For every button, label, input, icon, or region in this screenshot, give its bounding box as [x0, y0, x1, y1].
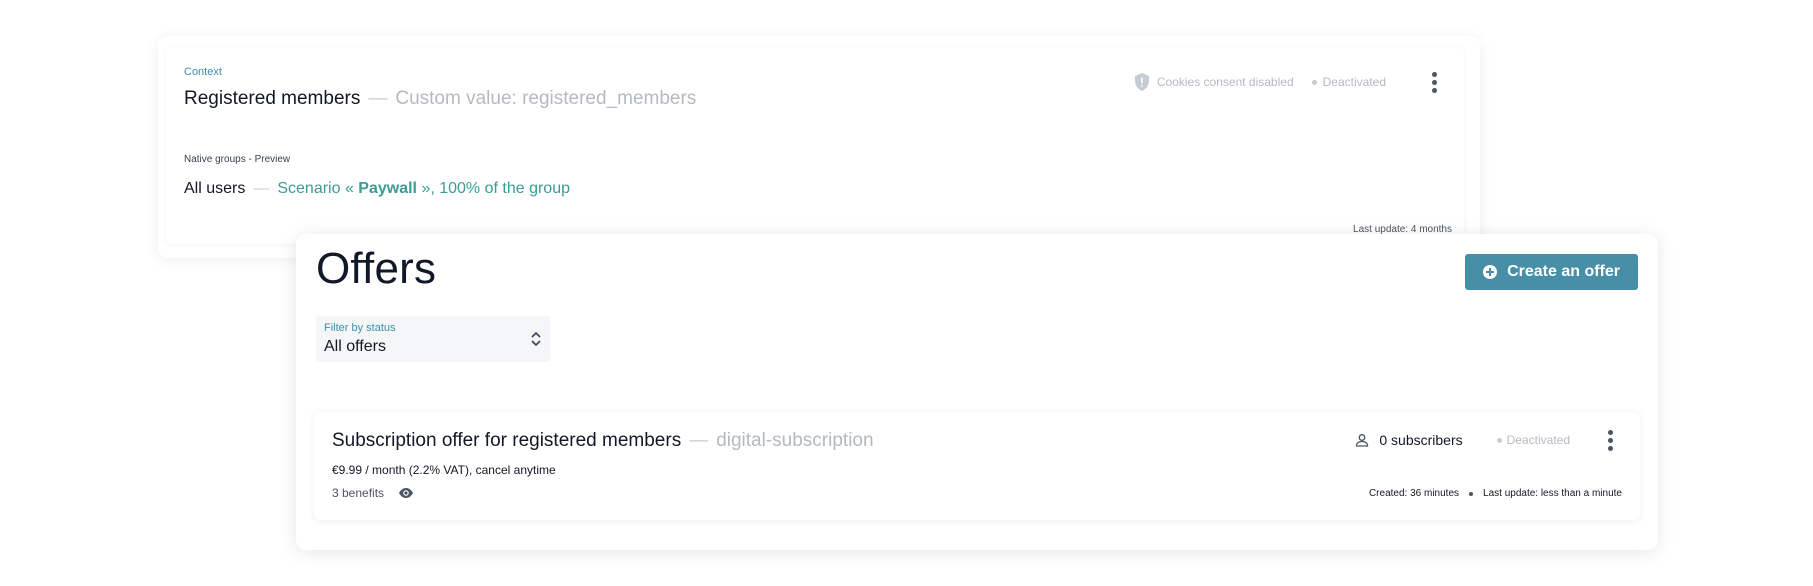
cookies-consent-text: Cookies consent disabled: [1156, 75, 1294, 89]
offer-created: Created: 36 minutes: [1368, 488, 1460, 499]
offer-benefits: 3 benefits: [332, 486, 414, 500]
context-title: Registered members: [184, 88, 361, 109]
subscribers-count: 0 subscribers: [1355, 432, 1463, 448]
offer-dates: Created: 36 minutes Last update: less th…: [1369, 488, 1622, 499]
status-dot: [1311, 79, 1317, 85]
offer-list-item[interactable]: Subscription offer for registered member…: [314, 412, 1640, 520]
context-more-button[interactable]: [1422, 70, 1446, 94]
context-title-line: Registered members — Custom value: registe…: [184, 88, 696, 110]
cookies-consent-status: Cookies consent disabled: [1133, 72, 1294, 92]
context-card: Context Registered members — Custom value:…: [158, 36, 1480, 258]
status-filter-select[interactable]: Filter by status All offers: [316, 316, 550, 362]
create-offer-label: Create an offer: [1507, 263, 1620, 280]
group-name: All users: [184, 180, 246, 197]
scenario-suffix: », 100% of the group: [417, 180, 570, 197]
chevron-up-down-icon: [530, 330, 542, 348]
stage: Context Registered members — Custom value:…: [0, 0, 1813, 586]
more-vertical-icon-dot: [1607, 437, 1613, 443]
context-status-badge: Deactivated: [1311, 75, 1386, 89]
offer-more-button[interactable]: [1598, 428, 1622, 452]
context-meta: Cookies consent disabled Deactivated: [1133, 70, 1446, 94]
shield-icon: [1133, 72, 1151, 92]
filter-value: All offers: [324, 338, 386, 355]
scenario-prefix: Scenario «: [277, 180, 359, 197]
native-groups-label: Native groups - Preview: [184, 154, 291, 165]
offer-price: €9.99 / month (2.2% VAT), cancel anytime: [332, 463, 556, 477]
context-label: Context: [184, 66, 222, 78]
benefits-count: 3 benefits: [332, 486, 385, 500]
more-vertical-icon: [1431, 71, 1437, 77]
subscribers-text: 0 subscribers: [1379, 432, 1463, 448]
more-vertical-icon-dot: [1431, 87, 1437, 93]
offer-status-badge: Deactivated: [1496, 433, 1570, 447]
offer-code: digital-subscription: [716, 430, 874, 451]
offers-card: Offers Create an offer Filter by status …: [296, 234, 1658, 550]
date-separator-dot: [1469, 491, 1474, 496]
filter-label: Filter by status: [324, 322, 396, 334]
status-dot: [1496, 437, 1502, 443]
offer-name: Subscription offer for registered member…: [332, 430, 682, 451]
context-status-text: Deactivated: [1322, 75, 1386, 89]
group-separator: —: [253, 180, 270, 197]
more-vertical-icon-dot: [1607, 445, 1613, 451]
offer-separator: —: [689, 430, 709, 451]
more-vertical-icon-dot: [1431, 79, 1437, 85]
page-title: Offers: [316, 244, 437, 293]
user-icon: [1355, 433, 1369, 447]
offer-title-line: Subscription offer for registered member…: [332, 430, 874, 452]
context-subtitle: Custom value: registered_members: [395, 88, 697, 109]
eye-icon[interactable]: [398, 487, 414, 499]
offer-status-text: Deactivated: [1506, 433, 1570, 447]
context-panel: Context Registered members — Custom value:…: [166, 48, 1464, 244]
plus-circle-icon: [1483, 265, 1498, 279]
title-separator: —: [368, 88, 388, 109]
more-vertical-icon: [1607, 429, 1613, 435]
offer-last-update: Last update: less than a minute: [1483, 488, 1622, 499]
scenario-link[interactable]: Scenario « Paywall », 100% of the group: [277, 180, 570, 197]
native-group-row: All users — Scenario « Paywall », 100% of …: [184, 180, 570, 198]
scenario-name: Paywall: [358, 180, 417, 197]
create-offer-button[interactable]: Create an offer: [1465, 254, 1638, 290]
offer-meta: 0 subscribers Deactivated: [1355, 428, 1622, 452]
